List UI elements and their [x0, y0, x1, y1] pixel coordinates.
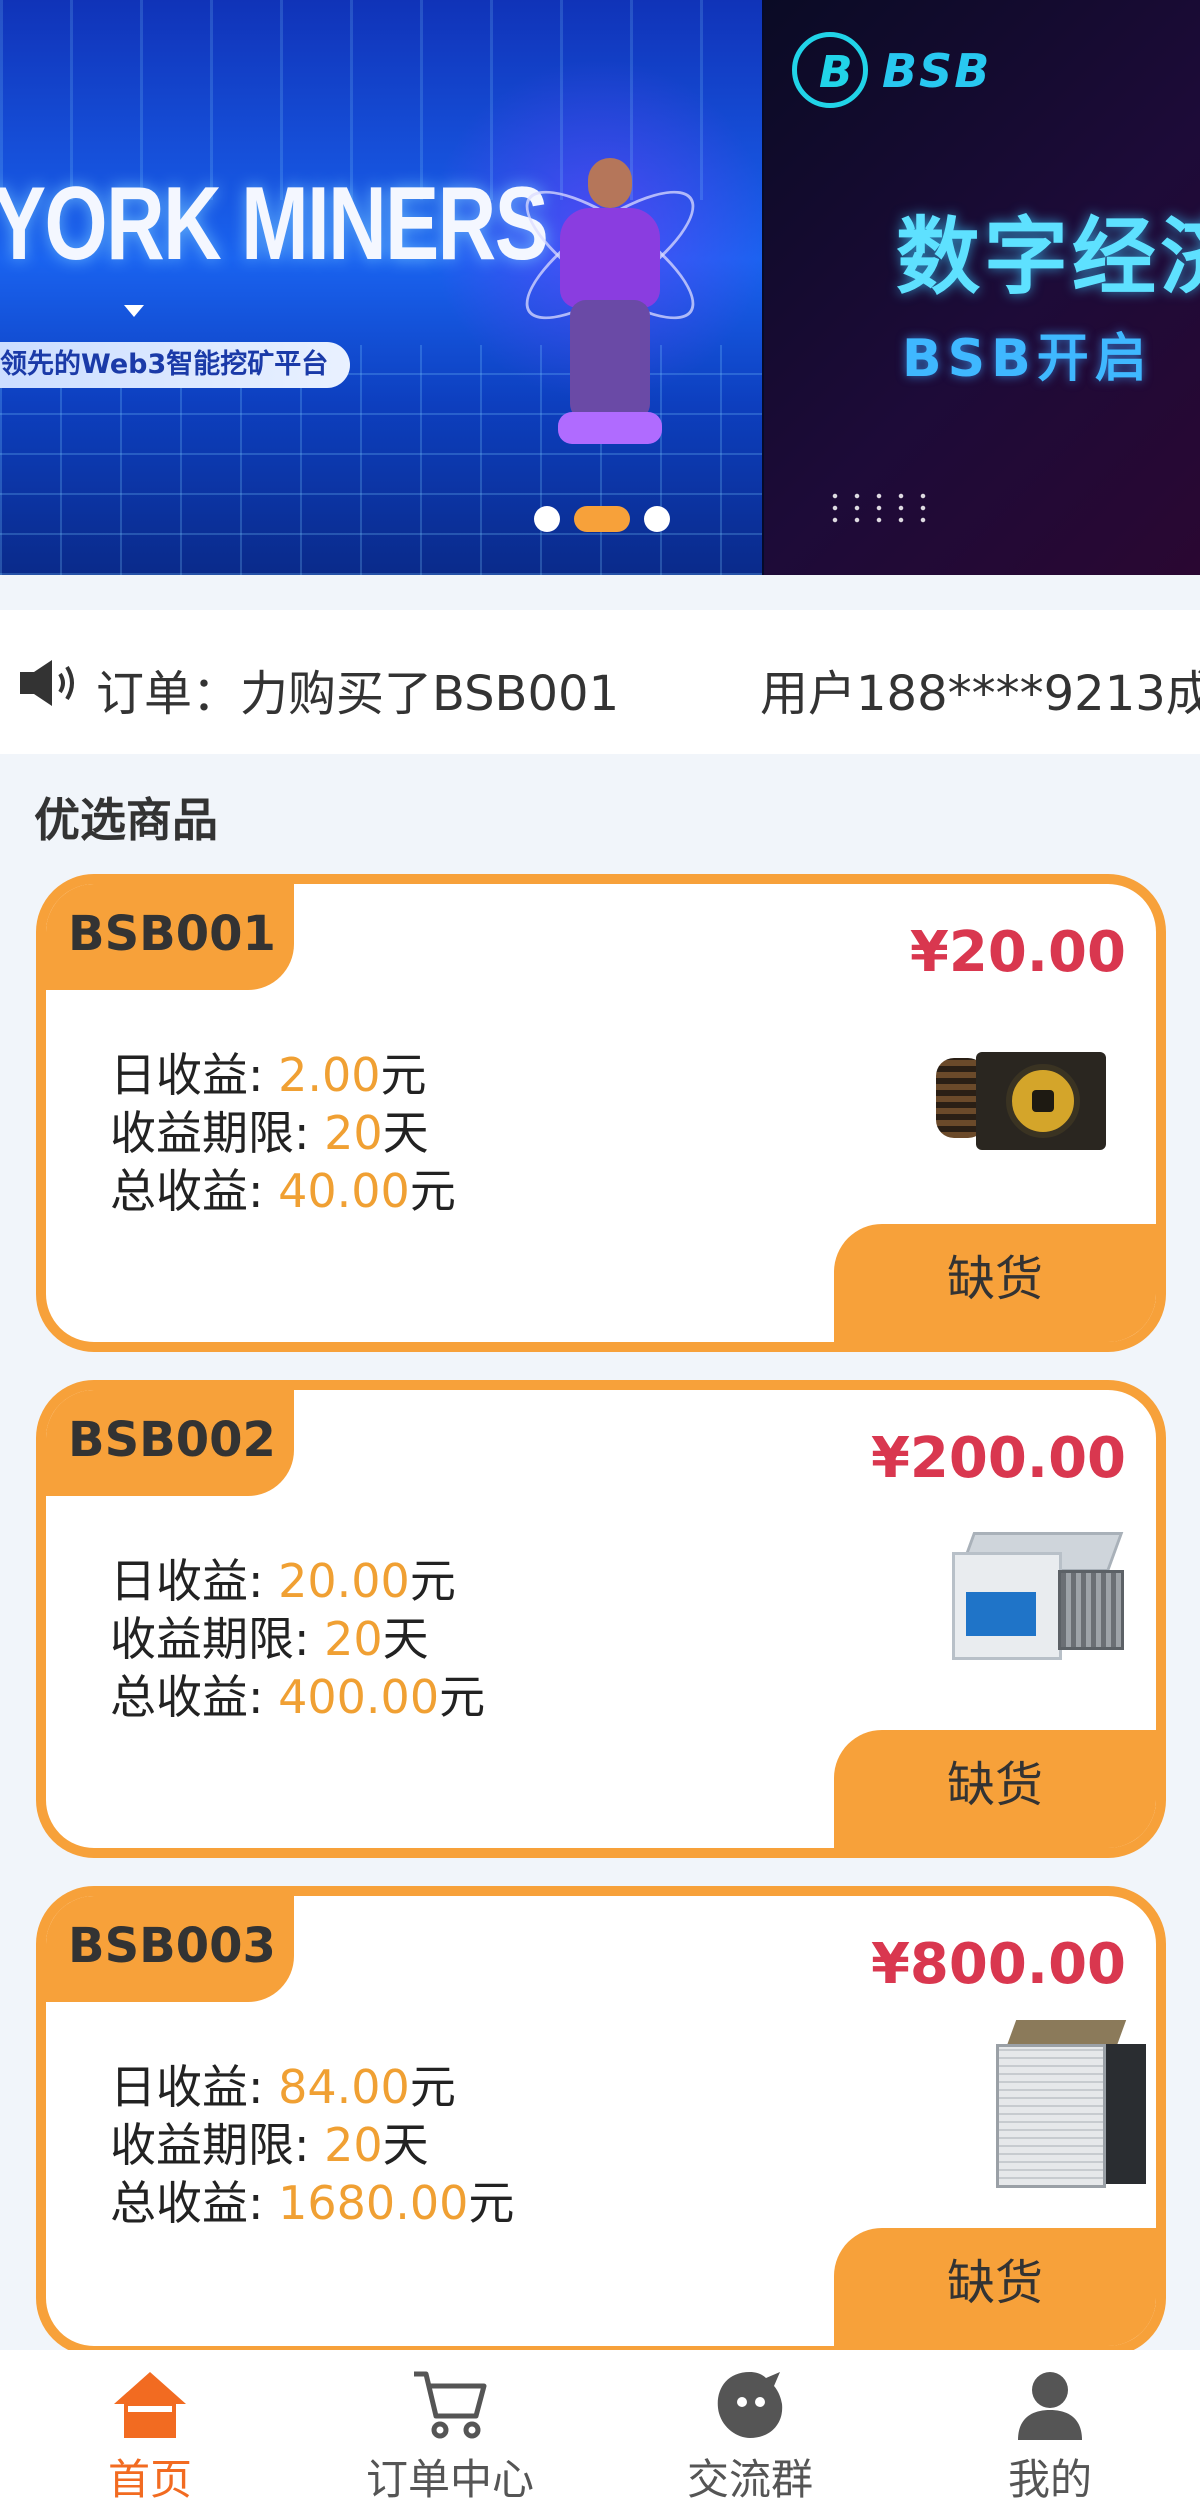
banner-carousel[interactable]: YORK MINERS 领先的Web3智能挖矿平台 B BSB 数字经济 BSB…	[0, 0, 1200, 575]
product-info: 日收益: 2.00元 收益期限: 20天 总收益: 40.00元	[110, 1046, 456, 1220]
tab-profile[interactable]: 我的	[900, 2350, 1200, 2498]
speaker-icon	[20, 660, 74, 706]
dot-pattern-decoration	[824, 490, 934, 526]
term-label: 收益期限:	[110, 1106, 325, 1160]
banner-headline: YORK MINERS	[0, 166, 549, 282]
term-unit: 天	[382, 1106, 429, 1160]
tab-label: 首页	[107, 2455, 192, 2498]
term-row: 收益期限: 20天	[110, 1104, 456, 1162]
total-income-label: 总收益:	[110, 2176, 279, 2230]
total-income-row: 总收益: 40.00元	[110, 1162, 456, 1220]
product-card[interactable]: BSB001 ¥20.00 日收益: 2.00元 收益期限: 20天 总收益: …	[36, 874, 1166, 1352]
product-image-power-supply	[936, 1044, 1112, 1154]
daily-income-label: 日收益:	[110, 1554, 279, 1608]
daily-income-value: 20.00	[278, 1554, 410, 1608]
product-image-asic-miner	[996, 2016, 1146, 2191]
total-income-unit: 元	[468, 2176, 515, 2230]
term-value: 20	[324, 2118, 383, 2172]
daily-income-unit: 元	[409, 1554, 456, 1608]
term-label: 收益期限:	[110, 1612, 325, 1666]
product-info: 日收益: 20.00元 收益期限: 20天 总收益: 400.00元	[110, 1552, 485, 1726]
carousel-dot-active[interactable]	[574, 506, 630, 532]
product-price: ¥800.00	[870, 1932, 1126, 1997]
term-label: 收益期限:	[110, 2118, 325, 2172]
out-of-stock-button[interactable]: 缺货	[834, 1730, 1156, 1848]
triangle-icon	[124, 305, 144, 317]
out-of-stock-button[interactable]: 缺货	[834, 2228, 1156, 2346]
product-card[interactable]: BSB003 ¥800.00 日收益: 84.00元 收益期限: 20天 总收益…	[36, 1886, 1166, 2356]
total-income-unit: 元	[439, 1670, 486, 1724]
out-of-stock-button[interactable]: 缺货	[834, 1224, 1156, 1342]
banner-slide-miners[interactable]: YORK MINERS 领先的Web3智能挖矿平台	[0, 0, 762, 575]
daily-income-row: 日收益: 20.00元	[110, 1552, 485, 1610]
term-row: 收益期限: 20天	[110, 1610, 485, 1668]
bsb-logo-icon: B	[792, 32, 868, 108]
product-code: BSB002	[46, 1390, 294, 1496]
banner-title-line1: 数字经济	[896, 208, 1200, 306]
daily-income-row: 日收益: 84.00元	[110, 2058, 514, 2116]
total-income-row: 总收益: 1680.00元	[110, 2174, 514, 2232]
tab-label: 交流群	[686, 2455, 813, 2498]
brand-name: BSB	[882, 44, 992, 98]
carousel-dot[interactable]	[644, 506, 670, 532]
total-income-value: 40.00	[278, 1164, 410, 1218]
total-income-value: 1680.00	[278, 2176, 469, 2230]
total-income-value: 400.00	[278, 1670, 440, 1724]
bottom-tab-bar: 首页 订单中心 交流群 我的	[0, 2350, 1200, 2498]
daily-income-unit: 元	[380, 1048, 427, 1102]
daily-income-label: 日收益:	[110, 1048, 279, 1102]
daily-income-value: 84.00	[278, 2060, 410, 2114]
daily-income-row: 日收益: 2.00元	[110, 1046, 456, 1104]
chat-icon	[717, 2372, 783, 2438]
tab-label: 订单中心	[365, 2455, 534, 2498]
carousel-indicator	[534, 506, 670, 532]
tab-orders[interactable]: 订单中心	[300, 2350, 600, 2498]
product-card[interactable]: BSB002 ¥200.00 日收益: 20.00元 收益期限: 20天 总收益…	[36, 1380, 1166, 1858]
product-image-asic-miner	[946, 1530, 1126, 1665]
character-illustration	[508, 150, 712, 460]
tab-home[interactable]: 首页	[0, 2350, 300, 2498]
term-unit: 天	[382, 2118, 429, 2172]
term-value: 20	[324, 1106, 383, 1160]
product-code: BSB001	[46, 884, 294, 990]
total-income-unit: 元	[409, 1164, 456, 1218]
tab-label: 我的	[1007, 2455, 1092, 2498]
product-info: 日收益: 84.00元 收益期限: 20天 总收益: 1680.00元	[110, 2058, 514, 2232]
tab-community[interactable]: 交流群	[600, 2350, 900, 2498]
notice-bar: 订单：力购买了BSB001 用户188****9213成功	[0, 610, 1200, 754]
banner-slide-bsb[interactable]: B BSB 数字经济 BSB开启	[764, 0, 1200, 575]
product-price: ¥200.00	[870, 1426, 1126, 1491]
notice-text-next: 用户188****9213成功	[760, 666, 1200, 722]
product-code: BSB003	[46, 1896, 294, 2002]
total-income-label: 总收益:	[110, 1164, 279, 1218]
carousel-dot[interactable]	[534, 506, 560, 532]
term-row: 收益期限: 20天	[110, 2116, 514, 2174]
product-price: ¥20.00	[909, 920, 1126, 985]
banner-tagline: 领先的Web3智能挖矿平台	[0, 342, 350, 388]
daily-income-unit: 元	[409, 2060, 456, 2114]
total-income-label: 总收益:	[110, 1670, 279, 1724]
daily-income-value: 2.00	[278, 1048, 381, 1102]
home-icon	[114, 2372, 186, 2438]
daily-income-label: 日收益:	[110, 2060, 279, 2114]
term-value: 20	[324, 1612, 383, 1666]
total-income-row: 总收益: 400.00元	[110, 1668, 485, 1726]
term-unit: 天	[382, 1612, 429, 1666]
banner-title-line2: BSB开启	[902, 329, 1153, 389]
section-title: 优选商品	[34, 793, 218, 847]
notice-text: 订单：力购买了BSB001	[96, 666, 620, 722]
user-icon	[1018, 2372, 1082, 2440]
cart-icon	[414, 2371, 487, 2439]
